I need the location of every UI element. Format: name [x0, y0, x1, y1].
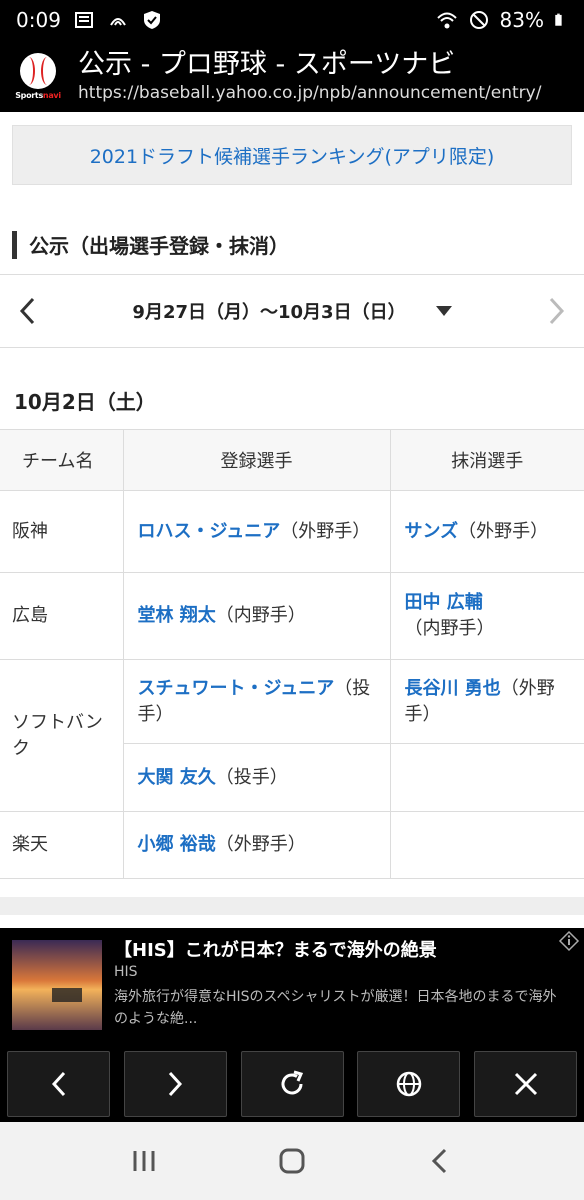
ad-info-icon[interactable] [558, 930, 580, 952]
player-position: （内野手） [215, 605, 306, 626]
table-row: ソフトバンク スチュワート・ジュニア（投手） 長谷川 勇也（外野手） [0, 659, 584, 812]
player-link[interactable]: ロハス・ジュニア [138, 521, 281, 542]
registered-player-cell: 堂林 翔太（内野手） [122, 572, 391, 660]
close-button[interactable] [474, 1051, 577, 1117]
back-button[interactable] [7, 1051, 110, 1117]
logo-wordmark: Sportsnavi [15, 90, 61, 100]
registered-player-cell: ロハス・ジュニア（外野手） [122, 490, 391, 573]
player-link[interactable]: サンズ [405, 521, 459, 542]
team-name: 楽天 [0, 811, 124, 879]
player-link[interactable]: 長谷川 勇也 [405, 678, 501, 699]
player-link[interactable]: 堂林 翔太 [138, 605, 216, 626]
player-position: （外野手） [458, 520, 549, 542]
column-header-removed: 抹消選手 [389, 429, 584, 491]
column-header-registered: 登録選手 [122, 429, 391, 491]
block-icon [469, 11, 488, 29]
prev-week-button[interactable] [0, 274, 56, 348]
baseball-icon [20, 52, 56, 89]
status-bar: 0:09 83% [0, 0, 584, 40]
page-url[interactable]: https://baseball.yahoo.co.jp/npb/announc… [78, 82, 541, 104]
page-content: 2021ドラフト候補選手ランキング(アプリ限定) 公示（出場選手登録・抹消） 9… [0, 112, 584, 928]
team-name: ソフトバンク [0, 659, 124, 812]
team-name: 広島 [0, 572, 124, 660]
player-position: （外野手） [215, 834, 306, 855]
page-title: 公示 - プロ野球 - スポーツナビ [78, 49, 456, 80]
reload-button[interactable] [240, 1051, 344, 1117]
removed-player-cell: 長谷川 勇也（外野手） [389, 659, 584, 744]
section-heading: 公示（出場選手登録・抹消） [12, 230, 289, 259]
player-link[interactable]: 田中 広輔 [405, 592, 483, 613]
open-in-browser-button[interactable] [357, 1051, 461, 1117]
sportsnavi-logo: Sportsnavi [14, 49, 62, 103]
registered-player-cell: 小郷 裕哉（外野手） [122, 811, 391, 879]
week-navigator: 9月27日（月）〜10月3日（日） [0, 274, 584, 348]
system-nav-bar [0, 1122, 584, 1200]
reload-icon [281, 1070, 304, 1095]
player-position: （外野手） [280, 520, 371, 542]
browser-toolbar [0, 1046, 584, 1122]
wifi-icon [436, 12, 457, 29]
table-row: 広島 堂林 翔太（内野手） 田中 広輔（内野手） [0, 572, 584, 660]
nfc-icon [110, 18, 126, 26]
caret-down-icon [435, 306, 452, 316]
player-position: （内野手） [404, 618, 495, 639]
battery-percent: 83% [499, 8, 544, 32]
forward-button[interactable] [123, 1051, 227, 1117]
player-link[interactable]: 小郷 裕哉 [138, 834, 216, 855]
registered-player-cell: スチュワート・ジュニア（投手） [122, 659, 391, 744]
removed-player-cell: 田中 広輔 （内野手） [389, 572, 584, 660]
ad-banner[interactable]: 【HIS】これが日本？まるで海外の絶景 HIS 海外旅行が得意なHISのスペシャ… [0, 928, 584, 1046]
shield-check-icon [143, 11, 160, 29]
registered-player-cell: 大関 友久（投手） [123, 743, 391, 812]
newspaper-icon [74, 12, 93, 28]
recents-icon [133, 1151, 155, 1171]
player-link[interactable]: 大関 友久 [138, 767, 216, 788]
home-button[interactable] [262, 1131, 322, 1191]
status-time: 0:09 [16, 8, 61, 32]
week-range-label: 9月27日（月）〜10月3日（日） [132, 302, 406, 323]
table-header-row: チーム名 登録選手 抹消選手 [0, 429, 584, 491]
section-divider [0, 897, 584, 915]
ad-thumbnail[interactable] [12, 940, 102, 1030]
chevron-right-icon [549, 297, 565, 325]
back-icon [51, 1071, 65, 1097]
forward-icon [169, 1071, 183, 1097]
chevron-left-icon [19, 297, 35, 325]
player-position: （投手） [215, 766, 288, 788]
removed-player-cell: サンズ（外野手） [389, 490, 584, 573]
ad-brand: HIS [114, 964, 138, 980]
ad-title[interactable]: 【HIS】これが日本？まるで海外の絶景 [114, 936, 437, 962]
close-icon [514, 1072, 537, 1096]
team-name: 阪神 [0, 490, 124, 573]
globe-icon [396, 1071, 421, 1097]
table-row: 楽天 小郷 裕哉（外野手） [0, 811, 584, 879]
recents-button[interactable] [114, 1131, 174, 1191]
back-icon [431, 1148, 447, 1174]
system-back-button[interactable] [410, 1131, 470, 1191]
battery-icon [555, 13, 562, 26]
column-header-team: チーム名 [0, 429, 124, 491]
roster-changes-table: チーム名 登録選手 抹消選手 阪神 ロハス・ジュニア（外野手） サンズ（外野手）… [0, 429, 584, 879]
next-week-button[interactable] [528, 274, 584, 348]
week-range-select[interactable]: 9月27日（月）〜10月3日（日） [56, 298, 528, 324]
home-icon [279, 1148, 305, 1174]
table-row: 阪神 ロハス・ジュニア（外野手） サンズ（外野手） [0, 490, 584, 573]
date-heading: 10月2日（土） [14, 390, 156, 414]
browser-title-bar: Sportsnavi 公示 - プロ野球 - スポーツナビ https://ba… [0, 40, 584, 112]
removed-player-cell-empty [389, 811, 584, 879]
draft-ranking-banner-link[interactable]: 2021ドラフト候補選手ランキング(アプリ限定) [12, 125, 572, 185]
ad-description: 海外旅行が得意なHISのスペシャリストが厳選！日本各地のまるで海外のような絶..… [114, 989, 557, 1027]
removed-player-cell-empty [389, 743, 584, 812]
heading-accent-bar [12, 230, 17, 259]
player-link[interactable]: スチュワート・ジュニア [138, 678, 335, 699]
